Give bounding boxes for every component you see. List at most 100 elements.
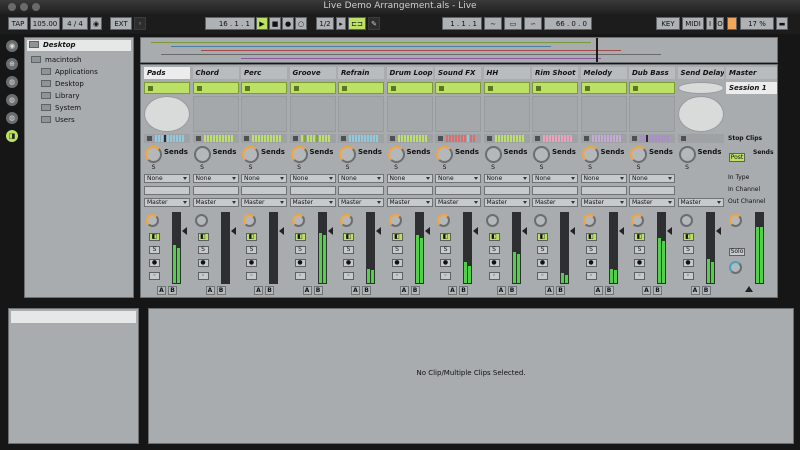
- monitor-button[interactable]: ◦: [537, 272, 548, 280]
- volume-fader[interactable]: [657, 212, 666, 284]
- master-cue-knob[interactable]: [729, 214, 742, 227]
- crossfade-a-button[interactable]: A: [448, 286, 457, 295]
- clip-play-icon[interactable]: [633, 86, 638, 91]
- send-a-knob[interactable]: [145, 146, 162, 163]
- monitor-button[interactable]: ◦: [294, 272, 306, 280]
- clip-play-icon[interactable]: [584, 86, 590, 91]
- volume-fader[interactable]: [705, 212, 715, 284]
- clip-stop-icon[interactable]: [486, 136, 492, 141]
- crossfade-b-button[interactable]: B: [362, 286, 371, 295]
- solo-button[interactable]: S: [682, 246, 694, 254]
- output-type-dropdown[interactable]: Master: [435, 198, 481, 207]
- browser-item-macintosh[interactable]: macintosh: [27, 55, 131, 66]
- output-type-dropdown[interactable]: Master: [192, 198, 239, 207]
- volume-fader-handle[interactable]: [424, 227, 430, 235]
- volume-fader-handle[interactable]: [521, 227, 527, 235]
- send-a-knob[interactable]: [484, 146, 502, 163]
- clip-slot-playing[interactable]: [338, 82, 384, 94]
- output-type-dropdown[interactable]: Master: [144, 198, 190, 207]
- crossfade-a-button[interactable]: A: [302, 286, 312, 295]
- clip-slot-empty[interactable]: [483, 96, 530, 132]
- solo-button[interactable]: S: [391, 246, 403, 254]
- clip-stop-icon[interactable]: [583, 136, 589, 141]
- plugin-browser-icon[interactable]: ⊕: [6, 58, 18, 70]
- pan-knob[interactable]: [485, 214, 499, 227]
- crossfade-a-button[interactable]: A: [205, 286, 215, 295]
- input-type-dropdown[interactable]: None: [289, 174, 336, 183]
- input-type-dropdown[interactable]: None: [629, 174, 675, 183]
- track-title[interactable]: Perc: [241, 67, 287, 79]
- stop-clips-button[interactable]: Stop Clips: [728, 135, 762, 142]
- arrangement-position-field[interactable]: 16 . 1 . 1: [205, 17, 255, 30]
- output-type-dropdown[interactable]: Master: [241, 198, 287, 207]
- output-type-dropdown[interactable]: Master: [289, 198, 336, 207]
- clip-slot-empty[interactable]: [435, 96, 481, 132]
- input-type-dropdown[interactable]: None: [532, 174, 578, 183]
- monitor-button[interactable]: ◦: [440, 272, 451, 280]
- send-a-knob[interactable]: [387, 146, 405, 163]
- crossfade-b-button[interactable]: B: [410, 286, 420, 295]
- pan-knob[interactable]: [582, 214, 596, 227]
- arm-button[interactable]: ●: [149, 259, 160, 267]
- clip-play-icon[interactable]: [390, 86, 396, 91]
- volume-fader[interactable]: [608, 212, 618, 284]
- volume-fader[interactable]: [317, 212, 327, 284]
- volume-fader[interactable]: [463, 212, 472, 284]
- track-activator-button[interactable]: ◧: [682, 233, 694, 241]
- volume-fader-handle[interactable]: [715, 227, 721, 235]
- external-sync-button[interactable]: EXT: [110, 17, 132, 30]
- clip-slot-empty[interactable]: [241, 96, 287, 132]
- clip-stop-icon[interactable]: [438, 136, 443, 141]
- input-type-dropdown[interactable]: None: [338, 174, 384, 183]
- crossfade-b-button[interactable]: B: [313, 286, 323, 295]
- clip-stop-icon[interactable]: [341, 136, 346, 141]
- output-type-dropdown[interactable]: Master: [338, 198, 384, 207]
- output-type-dropdown[interactable]: Master: [532, 198, 578, 207]
- clip-slot-playing[interactable]: [532, 82, 578, 94]
- monitor-button[interactable]: ◦: [585, 272, 597, 280]
- input-type-dropdown[interactable]: None: [192, 174, 239, 183]
- file-browser-1-icon[interactable]: ◍: [6, 76, 18, 88]
- track-activator-button[interactable]: ◧: [294, 233, 306, 241]
- volume-fader[interactable]: [560, 212, 569, 284]
- monitor-button[interactable]: ◦: [246, 272, 257, 280]
- track-title[interactable]: Chord: [192, 67, 239, 79]
- clip-slot-empty[interactable]: [338, 96, 384, 132]
- input-channel-dropdown[interactable]: [192, 186, 239, 195]
- close-window-button[interactable]: [8, 3, 16, 11]
- track-title[interactable]: Drum Loop: [386, 67, 433, 79]
- arm-button[interactable]: ●: [294, 259, 306, 267]
- input-channel-dropdown[interactable]: [532, 186, 578, 195]
- solo-button[interactable]: S: [440, 246, 451, 254]
- solo-button[interactable]: S: [488, 246, 500, 254]
- clip-stop-icon[interactable]: [535, 136, 540, 141]
- pan-knob[interactable]: [534, 214, 547, 227]
- crossfade-b-button[interactable]: B: [168, 286, 177, 295]
- browser-item-users[interactable]: Users: [27, 115, 131, 126]
- input-type-dropdown[interactable]: None: [144, 174, 190, 183]
- clip-play-icon[interactable]: [439, 86, 444, 91]
- loop-length-field[interactable]: 66 . 0 . 0: [544, 17, 592, 30]
- arm-button[interactable]: ●: [440, 259, 451, 267]
- clip-slot-playing[interactable]: [192, 82, 239, 94]
- clip-slot-playing[interactable]: [435, 82, 481, 94]
- stop-button[interactable]: ■: [269, 17, 281, 30]
- browser-item-system[interactable]: System: [27, 103, 131, 114]
- monitor-button[interactable]: ◦: [391, 272, 403, 280]
- track-activator-button[interactable]: ◧: [246, 233, 257, 241]
- pan-knob[interactable]: [243, 214, 256, 227]
- key-map-button[interactable]: KEY: [656, 17, 680, 30]
- crossfade-b-button[interactable]: B: [459, 286, 468, 295]
- arrangement-overview[interactable]: [140, 37, 778, 63]
- solo-button[interactable]: S: [246, 246, 257, 254]
- arm-button[interactable]: ●: [343, 259, 354, 267]
- arm-button[interactable]: ●: [585, 259, 597, 267]
- volume-fader-handle[interactable]: [667, 227, 672, 235]
- crossfade-b-button[interactable]: B: [604, 286, 614, 295]
- quantize-field[interactable]: 1/2: [316, 17, 334, 30]
- output-type-dropdown[interactable]: Master: [629, 198, 675, 207]
- volume-fader-handle[interactable]: [279, 227, 284, 235]
- midi-map-button[interactable]: MIDI: [682, 17, 704, 30]
- pan-knob[interactable]: [194, 214, 208, 227]
- track-activator-button[interactable]: ◧: [343, 233, 354, 241]
